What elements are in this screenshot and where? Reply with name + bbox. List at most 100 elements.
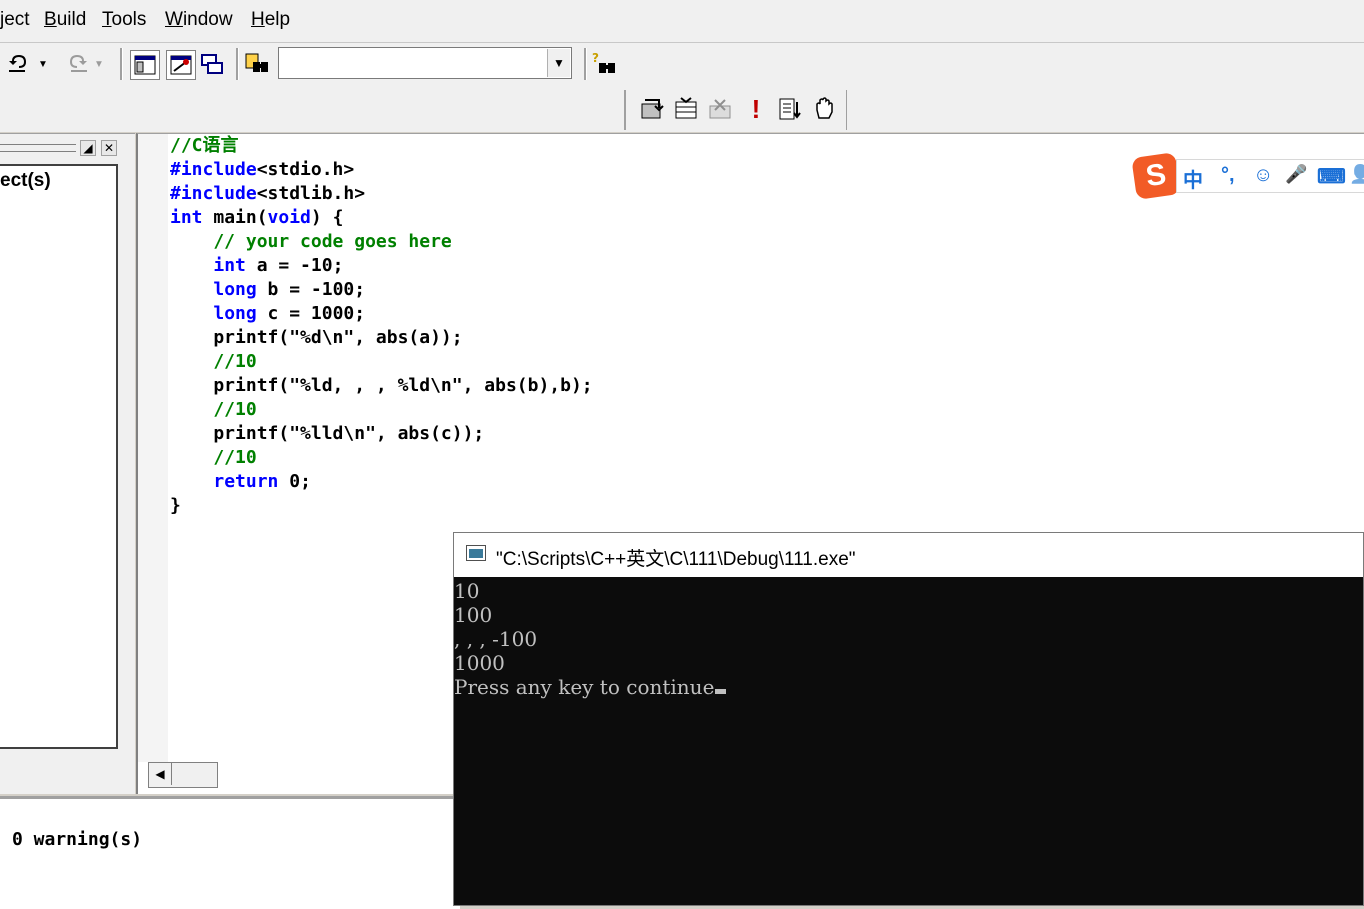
console-line: 1000 <box>454 651 1363 675</box>
windows-list-icon[interactable] <box>198 50 226 78</box>
code-line[interactable]: // your code goes here <box>170 230 593 254</box>
console-line-text: 10 <box>454 579 480 603</box>
tree-item-projects[interactable]: ect(s) <box>0 170 51 192</box>
console-line-text: 100 <box>454 603 493 627</box>
console-app-icon <box>466 545 486 561</box>
wizard-bar-combo[interactable]: ▼ <box>278 47 572 79</box>
stop-build-icon[interactable] <box>706 95 734 123</box>
ime-toolbar: S 中 °, ☺ 🎤 ⌨ 👤 <box>1131 152 1364 200</box>
svg-text:?: ? <box>592 51 599 65</box>
scroll-left-icon[interactable]: ◀ <box>149 763 172 785</box>
code-line[interactable]: printf("%d\n", abs(a)); <box>170 326 593 350</box>
console-title: "C:\Scripts\C++英文\C\111\Debug\111.exe" <box>496 549 856 570</box>
sogou-logo-icon[interactable]: S <box>1131 152 1181 200</box>
code-line[interactable]: long b = -100; <box>170 278 593 302</box>
console-line-text: 1000 <box>454 651 505 675</box>
compile-icon[interactable] <box>638 95 666 123</box>
code-line[interactable]: } <box>170 494 593 518</box>
code-line[interactable]: return 0; <box>170 470 593 494</box>
console-output[interactable]: 10 100, , , -100 1000 Press any key to cont… <box>454 577 1363 907</box>
console-line: , , , -100 <box>454 627 1363 651</box>
redo-dropdown-icon[interactable]: ▼ <box>90 50 108 78</box>
code-text: <stdlib.h> <box>256 183 366 204</box>
ime-emoji-icon[interactable]: ☺ <box>1253 164 1273 187</box>
ime-strip: 中 °, ☺ 🎤 ⌨ 👤 <box>1176 159 1364 193</box>
code-keyword: #include <box>170 159 257 180</box>
code-text: <stdio.h> <box>256 159 355 180</box>
code-keyword: int <box>170 207 203 228</box>
ime-keyboard-icon[interactable]: ⌨ <box>1317 164 1346 189</box>
go-icon[interactable] <box>776 95 804 123</box>
find-in-files-icon[interactable] <box>244 50 272 78</box>
menu-tools[interactable]: Tools <box>102 9 146 31</box>
close-icon[interactable]: ✕ <box>101 140 117 156</box>
console-line: 100 <box>454 603 1363 627</box>
code-text: c = 1000; <box>256 303 366 324</box>
code-line[interactable]: printf("%ld, , , %ld\n", abs(b),b); <box>170 374 593 398</box>
code-keyword: long <box>213 279 257 300</box>
redo-icon[interactable] <box>62 50 90 78</box>
build-output-text: 0 warning(s) <box>12 829 143 850</box>
code-comment: //10 <box>170 351 257 372</box>
hand-icon[interactable] <box>810 95 838 123</box>
menu-bar: ject Build Tools Window Help <box>0 0 1364 43</box>
code-keyword: void <box>267 207 311 228</box>
code-text: a = -10; <box>245 255 344 276</box>
menu-project[interactable]: ject <box>0 9 30 31</box>
code-text: printf("%lld\n", abs(c)); <box>170 423 485 444</box>
toolbar-separator <box>120 48 123 80</box>
code-line[interactable]: int a = -10; <box>170 254 593 278</box>
console-titlebar[interactable]: "C:\Scripts\C++英文\C\111\Debug\111.exe" <box>454 533 1363 577</box>
toolbar-separator <box>236 48 239 80</box>
code-line[interactable]: #include<stdlib.h> <box>170 182 593 206</box>
editor-gutter <box>138 134 168 762</box>
code-text: b = -100; <box>256 279 366 300</box>
horizontal-scrollbar[interactable]: ◀ <box>148 762 218 788</box>
ime-user-icon[interactable]: 👤 <box>1349 164 1364 185</box>
undo-icon[interactable] <box>6 50 34 78</box>
code-line[interactable]: #include<stdio.h> <box>170 158 593 182</box>
ime-chinese-mode-icon[interactable]: 中 <box>1183 164 1203 193</box>
output-panel: 0 warning(s) <box>0 796 460 909</box>
console-line: Press any key to continue <box>454 675 1363 699</box>
code-line[interactable]: //C语言 <box>170 134 593 158</box>
build-icon[interactable] <box>672 95 700 123</box>
code-line[interactable]: //10 <box>170 350 593 374</box>
workspace-panel: ◢ ✕ ect(s) <box>0 133 135 794</box>
code-line[interactable]: //10 <box>170 446 593 470</box>
source-code[interactable]: //C语言 #include<stdio.h> #include<stdlib.h>… <box>170 134 593 518</box>
menu-help[interactable]: Help <box>251 9 290 31</box>
text-cursor <box>715 689 727 694</box>
toolbar-separator <box>584 48 587 80</box>
chevron-down-icon[interactable]: ▼ <box>547 49 570 77</box>
code-line[interactable]: long c = 1000; <box>170 302 593 326</box>
undo-dropdown-icon[interactable]: ▼ <box>34 50 52 78</box>
workspace-icon[interactable] <box>130 50 160 80</box>
code-comment: //10 <box>170 447 257 468</box>
workspace-tree[interactable]: ect(s) <box>0 164 118 749</box>
console-line-text: , , , -100 <box>454 627 538 651</box>
code-line[interactable]: int main(void) { <box>170 206 593 230</box>
code-keyword: int <box>213 255 246 276</box>
code-line[interactable]: //10 <box>170 398 593 422</box>
menu-window[interactable]: Window <box>165 9 233 31</box>
code-line[interactable]: printf("%lld\n", abs(c)); <box>170 422 593 446</box>
code-comment: //C语言 <box>170 135 239 156</box>
code-text: printf("%d\n", abs(a)); <box>170 327 463 348</box>
console-window[interactable]: "C:\Scripts\C++英文\C\111\Debug\111.exe" 1… <box>453 532 1364 906</box>
ime-voice-icon[interactable]: 🎤 <box>1285 164 1307 185</box>
panel-grip[interactable] <box>0 144 76 152</box>
maximize-icon[interactable]: ◢ <box>80 140 96 156</box>
code-keyword: return <box>213 471 279 492</box>
menu-build[interactable]: Build <box>44 9 86 31</box>
output-window-icon[interactable] <box>166 50 196 80</box>
wizard-bar-icon[interactable]: ? <box>590 50 618 78</box>
code-keyword: long <box>213 303 257 324</box>
execute-icon[interactable]: ! <box>742 94 770 124</box>
code-text: printf("%ld, , , %ld\n", abs(b),b); <box>170 375 593 396</box>
ime-punctuation-icon[interactable]: °, <box>1221 164 1235 187</box>
